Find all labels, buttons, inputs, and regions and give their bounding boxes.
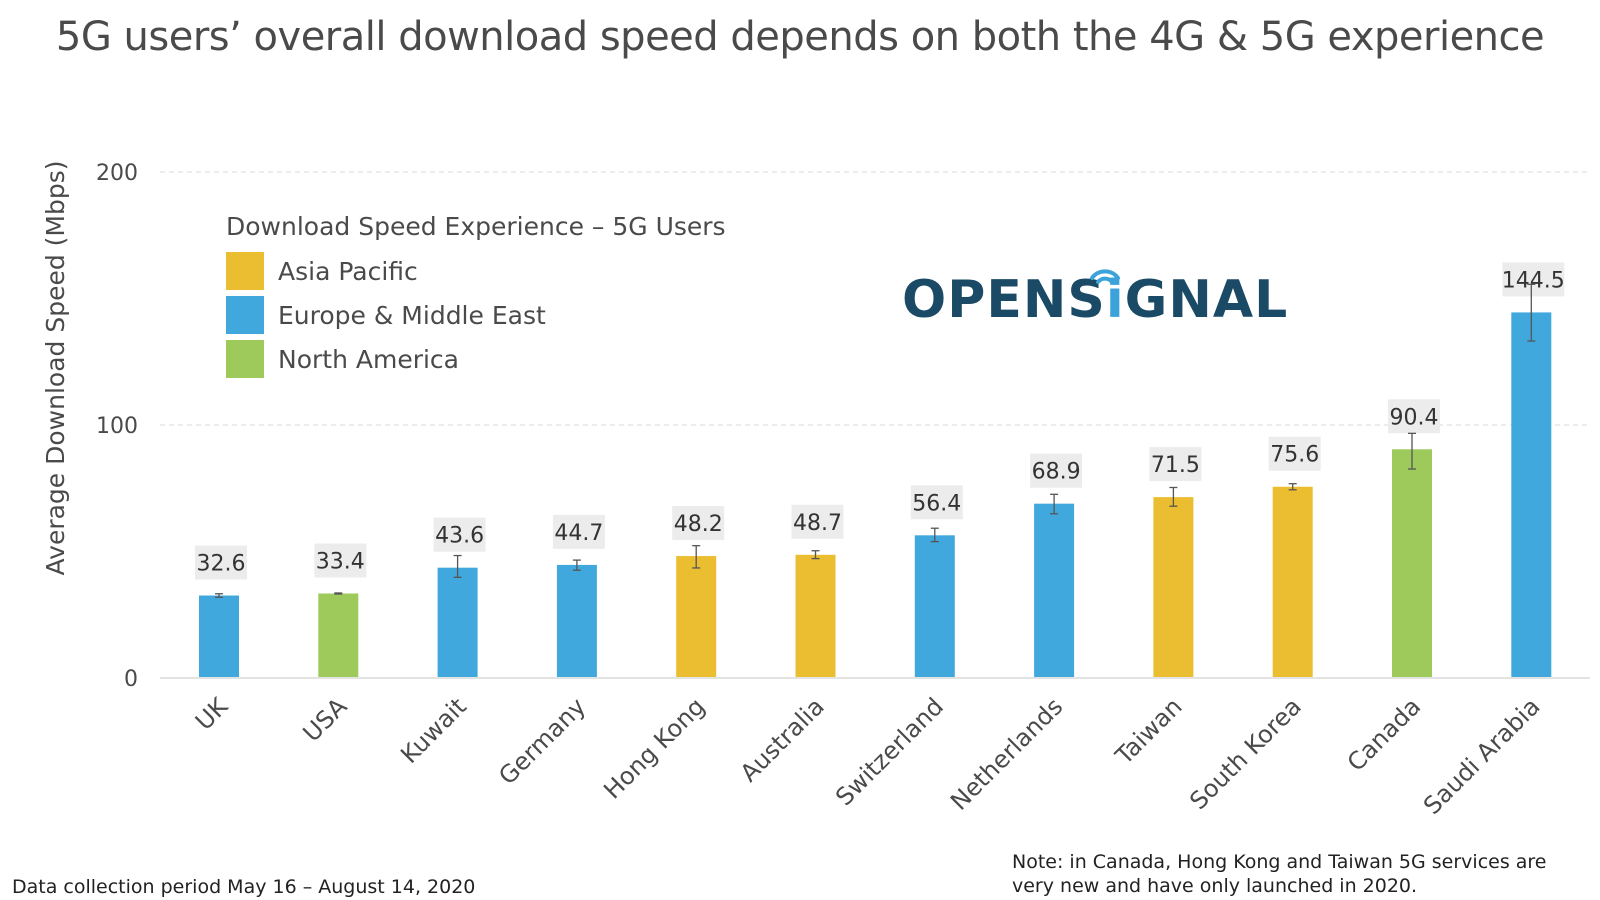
data-label: 48.7 xyxy=(793,511,842,536)
x-tick-label: Canada xyxy=(1342,692,1426,776)
bar xyxy=(1034,503,1075,678)
y-tick-label: 200 xyxy=(96,161,138,186)
y-axis-label: Average Download Speed (Mbps) xyxy=(41,161,70,576)
bar xyxy=(556,564,597,678)
data-label: 144.5 xyxy=(1502,268,1565,293)
x-tick-label: UK xyxy=(190,692,234,736)
bar xyxy=(199,595,239,678)
x-tick-label: Germany xyxy=(493,692,591,790)
bar xyxy=(1511,312,1552,678)
footnote-line: Note: in Canada, Hong Kong and Taiwan 5G… xyxy=(1012,851,1547,873)
x-tick-label: USA xyxy=(298,692,353,747)
bar xyxy=(318,593,359,678)
legend-swatch-europe-middle-east xyxy=(226,296,264,334)
legend-title: Download Speed Experience – 5G Users xyxy=(226,212,726,241)
bar xyxy=(437,567,478,678)
x-tick-label: Switzerland xyxy=(830,692,949,811)
footnote-line: very new and have only launched in 2020. xyxy=(1012,875,1418,897)
data-label: 32.6 xyxy=(197,552,246,577)
legend-item-north-america: North America xyxy=(226,337,726,381)
x-tick-label: Netherlands xyxy=(945,692,1068,815)
bar xyxy=(914,535,955,678)
data-label: 43.6 xyxy=(435,524,484,549)
bar xyxy=(1392,449,1432,678)
data-label: 48.2 xyxy=(674,512,723,537)
bar xyxy=(795,554,836,678)
data-label: 33.4 xyxy=(316,549,365,574)
legend-swatch-asia-pacific xyxy=(226,252,264,290)
legend-item-asia-pacific: Asia Pacific xyxy=(226,249,726,293)
bar xyxy=(1153,497,1194,678)
data-label: 68.9 xyxy=(1032,460,1081,485)
wifi-signal-icon xyxy=(1090,269,1120,284)
y-axis: 0 100 200 xyxy=(96,161,138,692)
x-tick-label: Australia xyxy=(735,692,830,787)
legend-item-europe-middle-east: Europe & Middle East xyxy=(226,293,726,337)
legend-label: Asia Pacific xyxy=(278,256,418,286)
legend-swatch-north-america xyxy=(226,340,264,378)
bar-chart: 0 100 200 Average Download Speed (Mbps) 32… xyxy=(41,161,1590,820)
bar xyxy=(676,556,717,678)
data-label: 75.6 xyxy=(1270,443,1319,468)
data-label: 56.4 xyxy=(912,491,961,516)
data-label: 71.5 xyxy=(1151,453,1200,478)
bar xyxy=(1272,486,1313,678)
legend-label: North America xyxy=(278,344,459,374)
data-label: 90.4 xyxy=(1390,405,1439,430)
x-tick-label: Taiwan xyxy=(1109,692,1187,770)
x-tick-label: South Korea xyxy=(1184,692,1307,815)
y-tick-label: 100 xyxy=(96,414,138,439)
logo-text-part: OPENS xyxy=(902,270,1106,330)
data-label: 44.7 xyxy=(554,521,603,546)
logo-text-part: GNAL xyxy=(1124,270,1289,330)
data-collection-period: Data collection period May 16 – August 1… xyxy=(12,876,476,898)
x-axis: UK USA Kuwait Germany Hong Kong Australia Swit… xyxy=(160,677,1590,820)
x-tick-label: Saudi Arabia xyxy=(1418,692,1545,819)
legend: Download Speed Experience – 5G Users Asi… xyxy=(226,212,726,381)
legend-label: Europe & Middle East xyxy=(278,300,546,330)
y-tick-label: 0 xyxy=(124,667,138,692)
footnote: Note: in Canada, Hong Kong and Taiwan 5G… xyxy=(1012,850,1547,898)
x-tick-label: Kuwait xyxy=(395,692,471,768)
error-bar xyxy=(334,592,343,595)
x-tick-label: Hong Kong xyxy=(598,692,710,804)
